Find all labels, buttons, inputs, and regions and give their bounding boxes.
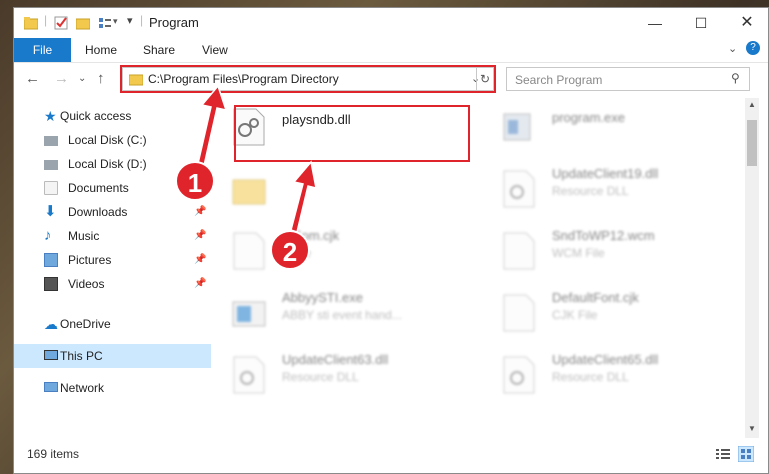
explorer-window: | ▾ ▾ | Program — ☐ ✕ File Home Share Vi… bbox=[13, 7, 769, 474]
callout-step-1: 1 bbox=[175, 161, 215, 201]
item-count: 169 items bbox=[27, 447, 80, 461]
annotation-arrows bbox=[196, 84, 317, 233]
large-icons-view-icon[interactable] bbox=[738, 446, 754, 462]
status-bar: 169 items bbox=[14, 438, 768, 468]
arrow-to-file bbox=[290, 160, 317, 233]
callout-step-2: 2 bbox=[270, 230, 310, 270]
details-view-icon[interactable] bbox=[716, 448, 730, 460]
arrow-to-address-bar bbox=[196, 84, 228, 171]
